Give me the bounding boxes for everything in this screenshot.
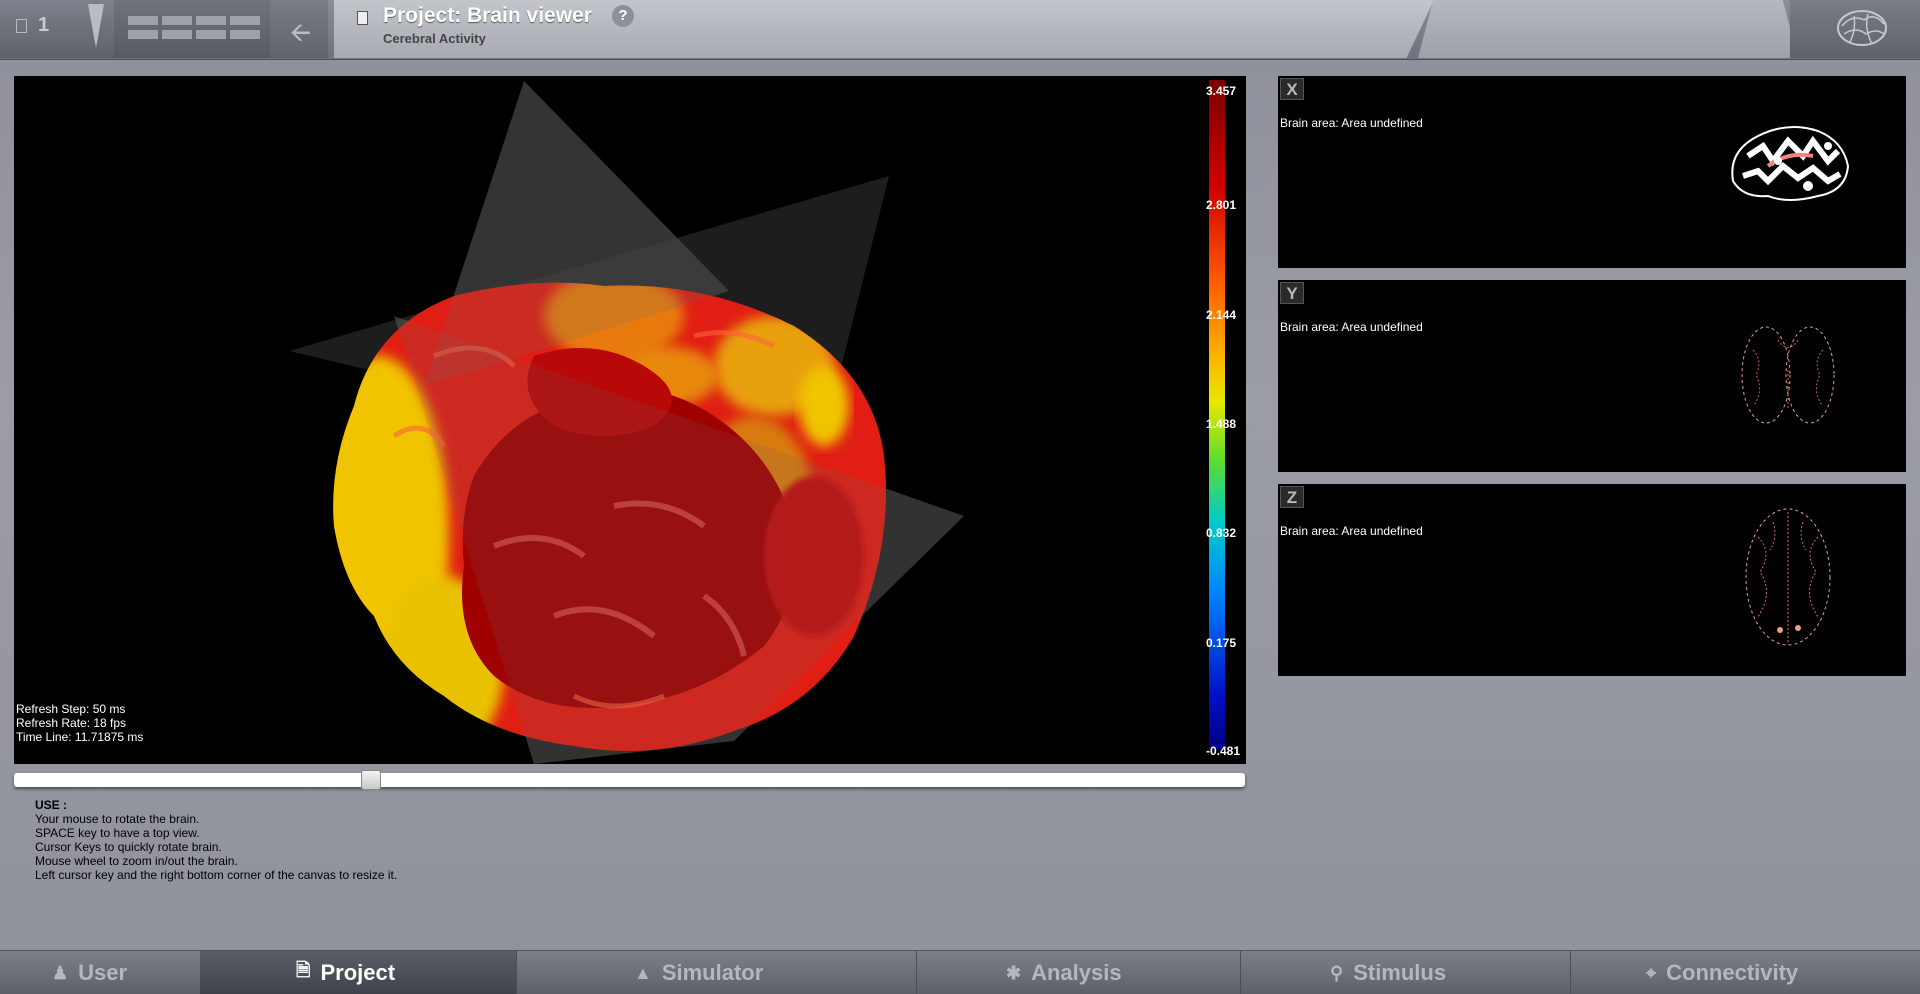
tab-analysis[interactable]: ✱ Analysis — [916, 951, 1240, 994]
usage-header: USE : — [35, 798, 68, 812]
colorbar-label: 0.832 — [1206, 526, 1237, 540]
gear-icon: ✱ — [1006, 962, 1022, 983]
network-icon: ⌖ — [1646, 962, 1657, 983]
sagittal-slice-image — [1731, 126, 1850, 201]
colorbar-label: 0.175 — [1206, 636, 1237, 650]
tab-stimulus[interactable]: ⚲ Stimulus — [1240, 951, 1570, 994]
refresh-step: Refresh Step: 50 ms — [16, 702, 126, 716]
brain-area-text: Brain area: Area undefined — [1280, 524, 1423, 538]
time-line: Time Line: 11.71875 ms — [16, 730, 144, 744]
document-icon — [357, 11, 368, 25]
page-subtitle: Cerebral Activity — [383, 31, 486, 46]
brain-logo-icon[interactable] — [1834, 6, 1890, 50]
help-icon[interactable]: ? — [612, 5, 634, 27]
usage-instructions: USE : Your mouse to rotate the brain. SP… — [35, 798, 397, 882]
grid-view-button[interactable] — [114, 0, 270, 58]
colorbar-label: 1.488 — [1206, 417, 1237, 431]
render-stats: Refresh Step: 50 ms Refresh Rate: 18 fps… — [16, 702, 143, 744]
timeline-slider[interactable] — [14, 773, 1245, 787]
rocket-icon: ▲ — [634, 962, 652, 983]
back-arrow-icon[interactable]: 🡨 — [290, 14, 311, 58]
timeline-slider-handle[interactable] — [360, 770, 381, 790]
usage-line: Cursor Keys to quickly rotate brain. — [35, 840, 222, 854]
coronal-slice-image — [1741, 326, 1835, 424]
tab-project[interactable]: 🗎 Project — [200, 951, 516, 994]
tab-simulator[interactable]: ▲ Simulator — [516, 951, 916, 994]
project-count-button[interactable]: 1 — [0, 0, 92, 58]
usage-line: Left cursor key and the right bottom cor… — [35, 868, 398, 882]
brain-area-text: Brain area: Area undefined — [1280, 116, 1423, 130]
slice-axis-label: Z — [1280, 486, 1304, 508]
top-bar: 1 🡨 Project: Brain viewer ? Cerebral Act… — [0, 0, 1920, 60]
usage-line: SPACE key to have a top view. — [35, 826, 200, 840]
tab-connectivity[interactable]: ⌖ Connectivity — [1570, 951, 1920, 994]
tab-label: Project — [320, 960, 396, 985]
header-empty-panel — [1418, 0, 1798, 58]
user-icon: ♟ — [52, 962, 69, 983]
tab-label: Analysis — [1031, 960, 1122, 985]
usage-line: Your mouse to rotate the brain. — [35, 812, 200, 826]
tab-label: User — [78, 960, 128, 985]
tab-label: Simulator — [661, 960, 764, 985]
colorbar-label: 2.144 — [1206, 308, 1237, 322]
colorbar-label: 3.457 — [1206, 84, 1237, 98]
slice-axis-label: X — [1280, 78, 1304, 100]
dropdown-triangle-icon[interactable] — [88, 4, 104, 48]
refresh-rate: Refresh Rate: 18 fps — [16, 716, 127, 730]
slice-panel-z[interactable]: Z Brain area: Area undefined — [1278, 484, 1906, 676]
page-title: Project: Brain viewer — [383, 4, 592, 27]
bottom-nav: ♟ User 🗎 Project ▲ Simulator ✱ Analysis … — [0, 950, 1920, 994]
project-count: 1 — [38, 14, 50, 36]
tab-label: Stimulus — [1353, 960, 1447, 985]
tab-label: Connectivity — [1666, 960, 1799, 985]
slice-panel-y[interactable]: Y Brain area: Area undefined — [1278, 280, 1906, 472]
brain-surface[interactable] — [14, 76, 1246, 764]
tab-user[interactable]: ♟ User — [52, 951, 200, 994]
axial-slice-image — [1745, 508, 1831, 646]
brain-area-text: Brain area: Area undefined — [1280, 320, 1423, 334]
colorbar-label: -0.481 — [1206, 744, 1241, 758]
colorbar-label: 2.801 — [1206, 198, 1237, 212]
slice-panel-x[interactable]: X Brain area: Area undefined — [1278, 76, 1906, 268]
pin-icon: ⚲ — [1330, 962, 1344, 983]
slice-axis-label: Y — [1280, 282, 1304, 304]
brain-3d-canvas[interactable]: Refresh Step: 50 ms Refresh Rate: 18 fps… — [14, 76, 1246, 764]
usage-line: Mouse wheel to zoom in/out the brain. — [35, 854, 238, 868]
document-icon — [16, 19, 27, 33]
document-icon: 🗎 — [296, 960, 311, 980]
